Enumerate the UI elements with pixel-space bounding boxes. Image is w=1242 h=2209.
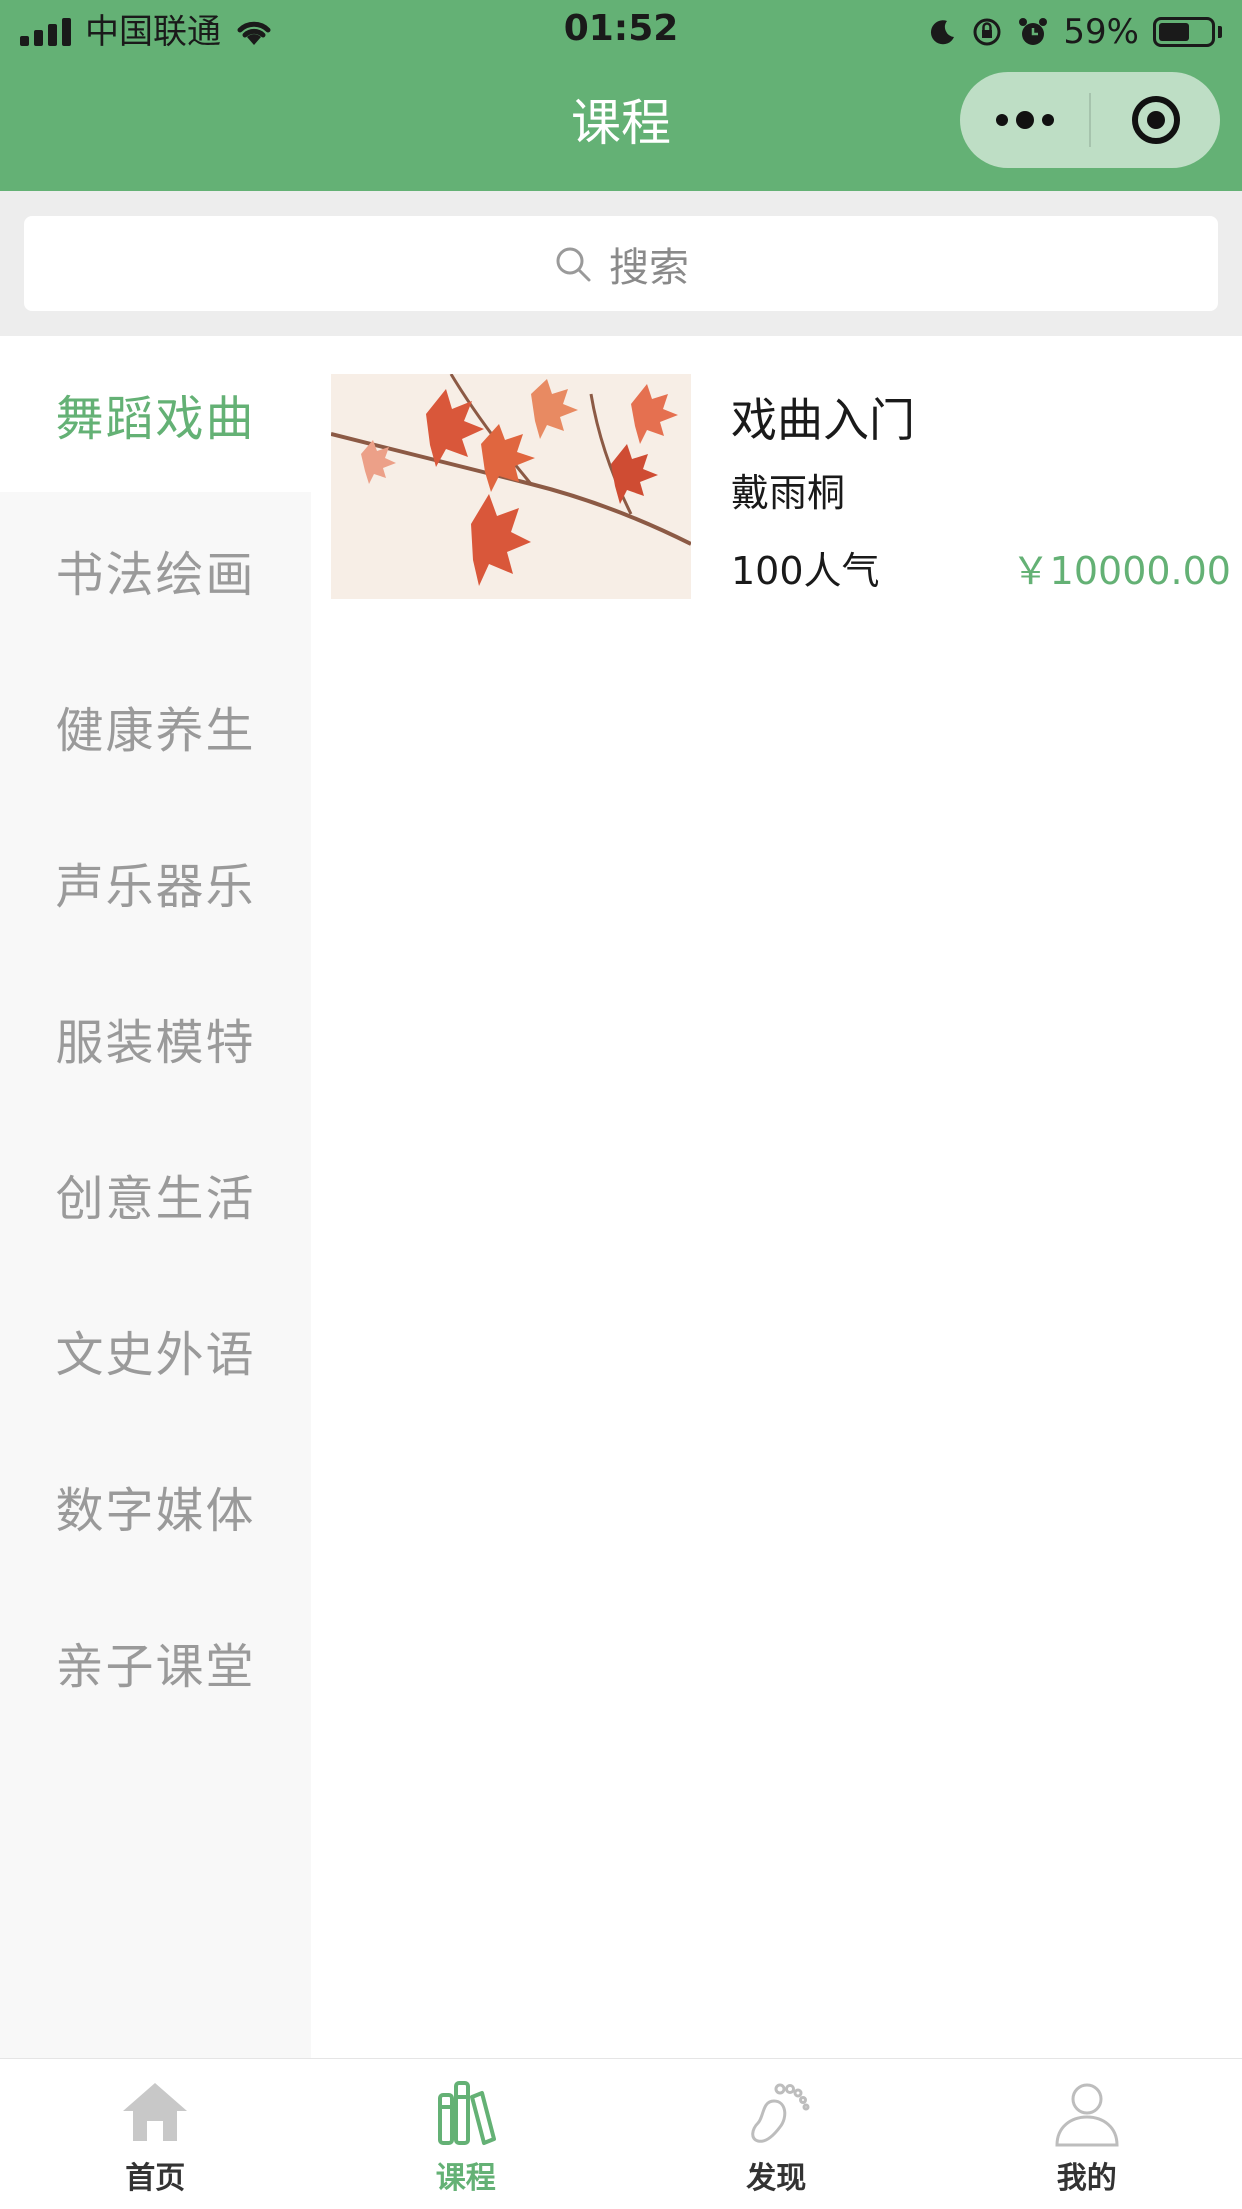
course-thumbnail — [331, 374, 691, 599]
sidebar-item[interactable]: 舞蹈戏曲 — [0, 336, 311, 492]
more-dot-icon — [996, 114, 1008, 126]
tab-home[interactable]: 首页 — [0, 2059, 311, 2209]
battery-percent: 59% — [1063, 10, 1139, 54]
course-teacher: 戴雨桐 — [731, 462, 845, 517]
footprint-icon — [736, 2077, 816, 2149]
tab-label: 课程 — [436, 2153, 496, 2197]
target-icon — [1132, 96, 1180, 144]
alarm-icon — [1017, 16, 1049, 48]
course-title: 戏曲入门 — [731, 384, 915, 450]
category-sidebar: 舞蹈戏曲 书法绘画 健康养生 声乐器乐 服装模特 创意生活 文史外语 数字媒体 … — [0, 336, 311, 2058]
tab-label: 首页 — [125, 2153, 185, 2197]
tab-mine[interactable]: 我的 — [932, 2059, 1242, 2209]
header: 中国联通 01:52 59% — [0, 0, 1242, 191]
books-icon — [426, 2077, 506, 2149]
more-button[interactable] — [960, 72, 1089, 168]
course-price: ￥10000.00 — [1012, 540, 1231, 595]
tab-label: 发现 — [746, 2153, 806, 2197]
sidebar-item[interactable]: 健康养生 — [0, 648, 311, 804]
sidebar-item[interactable]: 服装模特 — [0, 960, 311, 1116]
tab-label: 我的 — [1057, 2153, 1117, 2197]
search-area: 搜索 — [0, 191, 1242, 336]
sidebar-item[interactable]: 声乐器乐 — [0, 804, 311, 960]
course-popularity: 100人气 — [731, 540, 880, 595]
course-list: 戏曲入门 戴雨桐 100人气 ￥10000.00 — [311, 336, 1242, 2058]
course-card[interactable]: 戏曲入门 戴雨桐 100人气 ￥10000.00 — [331, 374, 1231, 599]
more-dot-icon — [1042, 114, 1054, 126]
tab-bar: 首页 课程 发现 — [0, 2058, 1242, 2209]
search-icon — [553, 244, 593, 284]
tab-discover[interactable]: 发现 — [621, 2059, 932, 2209]
close-button[interactable] — [1091, 72, 1220, 168]
sidebar-item[interactable]: 数字媒体 — [0, 1428, 311, 1584]
mini-program-capsule — [960, 72, 1220, 168]
sidebar-item[interactable]: 创意生活 — [0, 1116, 311, 1272]
user-icon — [1047, 2077, 1127, 2149]
moon-icon — [927, 17, 957, 47]
status-bar: 中国联通 01:52 59% — [0, 0, 1242, 62]
rotation-lock-icon — [971, 16, 1003, 48]
home-icon — [115, 2077, 195, 2149]
battery-icon — [1153, 17, 1222, 47]
more-dot-icon — [1016, 111, 1034, 129]
search-input[interactable]: 搜索 — [24, 216, 1218, 311]
tab-courses[interactable]: 课程 — [311, 2059, 622, 2209]
sidebar-item[interactable]: 文史外语 — [0, 1272, 311, 1428]
sidebar-item[interactable]: 书法绘画 — [0, 492, 311, 648]
sidebar-item[interactable]: 亲子课堂 — [0, 1584, 311, 1740]
search-placeholder: 搜索 — [609, 235, 689, 293]
